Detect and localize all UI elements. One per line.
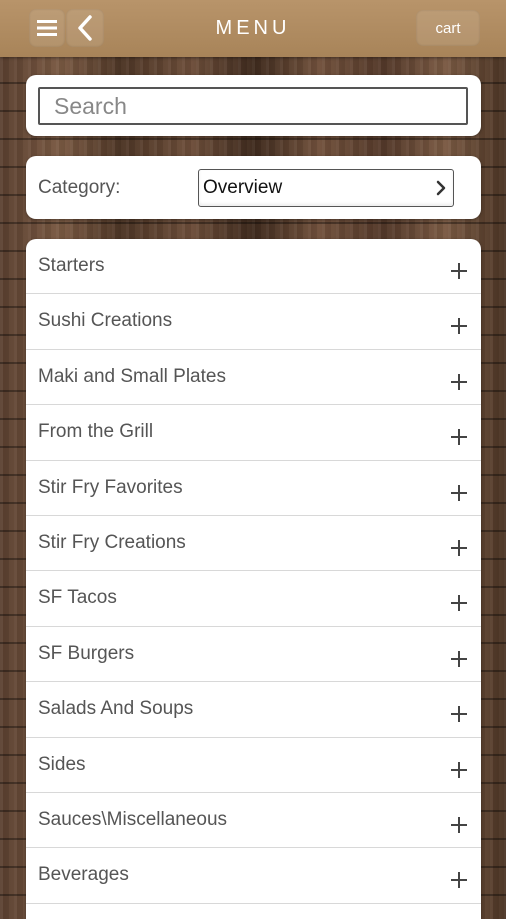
- list-item-beverages[interactable]: Beverages: [26, 848, 481, 904]
- plus-icon[interactable]: [451, 373, 467, 390]
- list-item-label: Stir Fry Favorites: [38, 476, 183, 498]
- list-item-stir-fry-creations[interactable]: Stir Fry Creations: [26, 516, 481, 572]
- plus-icon[interactable]: [451, 816, 467, 833]
- list-item-label: Sushi Creations: [38, 310, 173, 332]
- list-item-label: Starters: [38, 255, 105, 276]
- plus-icon[interactable]: [451, 706, 467, 723]
- plus-icon[interactable]: [451, 872, 467, 889]
- menu-button[interactable]: [29, 9, 65, 47]
- plus-icon[interactable]: [451, 484, 467, 501]
- search-card: [26, 75, 481, 136]
- list-item-label: Beverages: [38, 864, 129, 886]
- plus-icon[interactable]: [451, 263, 467, 279]
- list-item-sides[interactable]: Sides: [26, 738, 481, 793]
- app-header: MENU cart: [0, 0, 506, 57]
- chevron-left-icon: [78, 15, 92, 41]
- back-button[interactable]: [66, 9, 104, 47]
- list-item-label: Maki and Small Plates: [38, 365, 226, 387]
- list-item-stir-fry-favorites[interactable]: Stir Fry Favorites: [26, 461, 481, 516]
- list-item-salads-and-soups[interactable]: Salads And Soups: [26, 682, 481, 738]
- list-item-label: From the Grill: [38, 421, 154, 443]
- menu-category-list: Starters Sushi Creations Maki and Small …: [26, 239, 481, 919]
- plus-icon[interactable]: [451, 318, 467, 335]
- cart-button[interactable]: cart: [416, 10, 480, 46]
- list-item-starters[interactable]: Starters: [26, 239, 481, 295]
- plus-icon[interactable]: [451, 429, 467, 446]
- list-item-sf-tacos[interactable]: SF Tacos: [26, 571, 481, 627]
- list-item-label: SF Burgers: [38, 642, 135, 664]
- chevron-right-icon: [436, 180, 446, 196]
- hamburger-icon: [37, 20, 57, 36]
- list-item-label: SF Tacos: [38, 587, 117, 609]
- category-selected-value: Overview: [203, 177, 283, 198]
- list-item-label: Stir Fry Creations: [38, 531, 186, 553]
- list-item-sf-burgers[interactable]: SF Burgers: [26, 627, 481, 683]
- category-select[interactable]: Overview: [198, 169, 454, 207]
- list-item-label: Sides: [38, 753, 86, 775]
- list-item-label: Salads And Soups: [38, 698, 194, 720]
- plus-icon[interactable]: [451, 761, 467, 778]
- list-item-from-the-grill[interactable]: From the Grill: [26, 405, 481, 461]
- category-label: Category:: [38, 177, 121, 198]
- list-item-label: Sauces\Miscellaneous: [38, 808, 228, 830]
- list-item-sauces-miscellaneous[interactable]: Sauces\Miscellaneous: [26, 793, 481, 849]
- plus-icon[interactable]: [451, 539, 467, 556]
- plus-icon[interactable]: [451, 595, 467, 612]
- list-item-maki-small-plates[interactable]: Maki and Small Plates: [26, 350, 481, 406]
- category-card: Category: Overview: [26, 156, 481, 219]
- cart-label: cart: [435, 19, 461, 37]
- plus-icon[interactable]: [451, 650, 467, 667]
- list-item-sushi-creations[interactable]: Sushi Creations: [26, 294, 481, 350]
- search-input[interactable]: [38, 87, 468, 125]
